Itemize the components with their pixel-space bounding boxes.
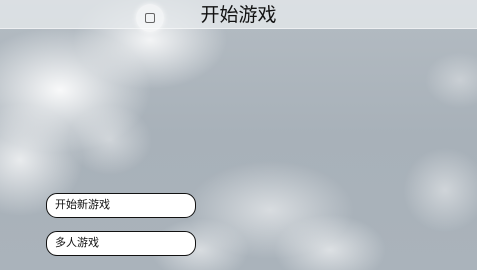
multiplayer-button[interactable]: 多人游戏 [46, 231, 196, 256]
square-menu-icon [145, 13, 155, 23]
start-new-game-button[interactable]: 开始新游戏 [46, 193, 196, 218]
page-title: 开始游戏 [200, 4, 277, 26]
menu-button[interactable] [136, 4, 164, 32]
game-screen: 开始游戏 开始新游戏 多人游戏 [0, 0, 477, 270]
title-bar: 开始游戏 [0, 0, 477, 29]
cloudy-sky-background [0, 0, 477, 270]
